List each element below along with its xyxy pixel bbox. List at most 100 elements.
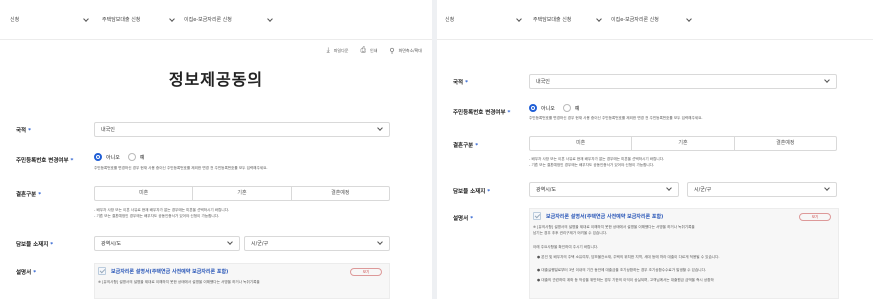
breadcrumb-label: 신청 (10, 17, 20, 23)
breadcrumb-label: 신청 (445, 17, 455, 23)
zoom-label: 화면축소/확대 (398, 47, 422, 53)
district-select[interactable]: 시/군/구 (244, 236, 390, 251)
radio-no[interactable]: 아니오 (529, 104, 555, 112)
explanation-bullet-1: ● 본인 및 배우자의 주택 소유여부, 담보물건소재, 주택의 위치한 지역,… (537, 255, 720, 259)
required-mark: * (38, 192, 42, 198)
explanation-consent[interactable]: 보금자리론 설명서(주택연금 사전예약 보금자리론 포함) (533, 212, 663, 220)
breadcrumb: 신청 주택담보대출 신청 이집e-보금자리론 신청 (437, 0, 873, 40)
collateral-location-label: 담보물 소재지 * (16, 240, 53, 248)
page-title: 정보제공동의 (168, 70, 264, 89)
marriage-option-single[interactable]: 미혼 (95, 187, 194, 200)
explanation-intro: 아래 주요사항을 확인하여 주시기 바랍니다. (533, 245, 599, 249)
breadcrumb-item-mortgage[interactable]: 주택담보대출 신청 (102, 16, 140, 23)
nationality-label: 국적 * (16, 126, 31, 134)
chevron-down-icon (377, 125, 383, 131)
radio-yes[interactable]: 예 (127, 153, 144, 161)
marriage-label: 결혼구분 * (16, 190, 41, 198)
view-button[interactable]: 보기 (350, 268, 382, 276)
marriage-note-1: - 배우자 사망 또는 이혼 사유로 현재 배우자가 없는 경우에는 미혼을 선… (94, 208, 230, 212)
chevron-down-icon[interactable] (596, 16, 602, 22)
explanation-label: 설명서 * (16, 268, 36, 276)
required-mark: * (50, 242, 54, 248)
chevron-down-icon[interactable] (686, 16, 692, 22)
marriage-label: 결혼구분 * (453, 141, 478, 149)
district-value: 시/군/구 (694, 187, 712, 193)
download-icon: ⤓ (326, 46, 330, 54)
collateral-location-label: 담보물 소재지 * (453, 187, 490, 195)
resident-change-radio-group: 아니오 예 (94, 153, 152, 161)
nationality-label-text: 국적 (16, 128, 27, 134)
download-button[interactable]: ⤓ 파일다운 (327, 46, 349, 55)
nationality-select[interactable]: 내국인 (94, 122, 390, 137)
chevron-down-icon[interactable] (516, 16, 522, 22)
chevron-down-icon[interactable] (169, 16, 175, 22)
district-select[interactable]: 시/군/구 (687, 182, 837, 197)
marriage-segmented: 미혼 기혼 결혼예정 (529, 136, 837, 151)
resident-change-note: 주민등록번호를 변경하신 경우 현재 사용 중이신 주민등록번호를 제외한 변경… (94, 166, 268, 170)
resident-change-label: 주민등록번호 변경여부 * (453, 108, 510, 116)
city-select[interactable]: 광역시/도 (529, 182, 679, 197)
chevron-down-icon[interactable] (267, 16, 273, 22)
district-value: 시/군/구 (251, 241, 269, 247)
chevron-down-icon[interactable] (83, 16, 89, 22)
left-panel: 신청 주택담보대출 신청 이집e-보금자리론 신청 ⤓ 파일다운 ⎙ 인쇄 ⚲ … (0, 0, 432, 299)
marriage-option-married[interactable]: 기혼 (193, 187, 292, 200)
marriage-option-engaged[interactable]: 결혼예정 (735, 137, 836, 150)
chevron-down-icon (666, 185, 672, 191)
required-mark: * (70, 158, 74, 164)
city-value: 광역시/도 (101, 241, 122, 247)
resident-change-radio-group: 아니오 예 (529, 104, 587, 112)
nationality-value: 내국인 (536, 79, 550, 85)
radio-no-label: 아니오 (106, 154, 120, 161)
required-mark: * (475, 143, 479, 149)
checkbox-icon (533, 212, 541, 220)
collateral-location-label-text: 담보물 소재지 (16, 242, 49, 248)
breadcrumb: 신청 주택담보대출 신청 이집e-보금자리론 신청 (0, 0, 432, 40)
radio-yes[interactable]: 예 (562, 104, 580, 112)
radio-no[interactable]: 아니오 (94, 153, 120, 161)
breadcrumb-label: 이집e-보금자리론 신청 (184, 17, 232, 23)
explanation-consent[interactable]: 보금자리론 설명서(주택연금 사전예약 보금자리론 포함) (98, 267, 228, 275)
resident-change-label: 주민등록번호 변경여부 * (16, 156, 73, 164)
explanation-box (529, 208, 839, 299)
breadcrumb-item-apply[interactable]: 신청 (10, 16, 19, 23)
view-button[interactable]: 보기 (799, 213, 831, 221)
resident-change-label-text: 주민등록번호 변경여부 (16, 158, 69, 164)
marriage-label-text: 결혼구분 (453, 143, 474, 149)
marriage-label-text: 결혼구분 (16, 192, 37, 198)
required-mark: * (33, 270, 37, 276)
radio-selected-icon (529, 104, 537, 112)
required-mark: * (28, 128, 32, 134)
explanation-bullet-3: ● 대출의 관련하여 계좌 등 작성을 위반하는 경우 기한의 이익이 상실되며… (537, 278, 714, 282)
breadcrumb-item-mortgage[interactable]: 주택담보대출 신청 (533, 16, 571, 23)
search-icon: ⚲ (389, 46, 395, 55)
resident-change-label-text: 주민등록번호 변경여부 (453, 110, 506, 116)
radio-no-label: 아니오 (541, 105, 555, 112)
chevron-down-icon (377, 239, 383, 245)
breadcrumb-label: 이집e-보금자리론 신청 (611, 17, 659, 23)
print-icon: ⎙ (360, 46, 367, 54)
explanation-label-text: 설명서 (16, 270, 32, 276)
zoom-button[interactable]: ⚲ 화면축소/확대 (389, 47, 422, 55)
explanation-consent-title: 보금자리론 설명서(주택연금 사전예약 보금자리론 포함) (111, 268, 229, 275)
checkbox-icon (98, 267, 106, 275)
explanation-text-1: ※ [유의사항] 설명서의 설명을 제대로 이해하지 못한 상태에서 설명을 이… (98, 280, 260, 284)
breadcrumb-item-bogeumjari[interactable]: 이집e-보금자리론 신청 (611, 16, 659, 23)
nationality-label-text: 국적 (453, 80, 464, 86)
radio-unselected-icon (127, 153, 136, 161)
print-button[interactable]: ⎙ 인쇄 (360, 46, 377, 55)
marriage-option-single[interactable]: 미혼 (530, 137, 633, 150)
explanation-text-2: 남기는 경우 추후 권리구제가 어려울 수 있습니다. (533, 231, 608, 235)
breadcrumb-item-apply[interactable]: 신청 (445, 16, 454, 23)
right-panel: 신청 주택담보대출 신청 이집e-보금자리론 신청 국적 * 내국인 주민등록번호… (437, 0, 873, 299)
breadcrumb-item-bogeumjari[interactable]: 이집e-보금자리론 신청 (184, 16, 232, 23)
city-select[interactable]: 광역시/도 (94, 236, 240, 251)
marriage-option-married[interactable]: 기혼 (632, 137, 735, 150)
city-value: 광역시/도 (536, 187, 557, 193)
radio-yes-label: 예 (574, 105, 580, 112)
nationality-select[interactable]: 내국인 (529, 74, 837, 89)
collateral-location-label-text: 담보물 소재지 (453, 189, 486, 195)
chevron-down-icon (227, 239, 233, 245)
marriage-note-2: - 기혼 또는 결혼예정인 경우에는 배우자도 공동인증서가 있어야 신청이 가… (94, 214, 220, 218)
marriage-option-engaged[interactable]: 결혼예정 (292, 187, 389, 200)
